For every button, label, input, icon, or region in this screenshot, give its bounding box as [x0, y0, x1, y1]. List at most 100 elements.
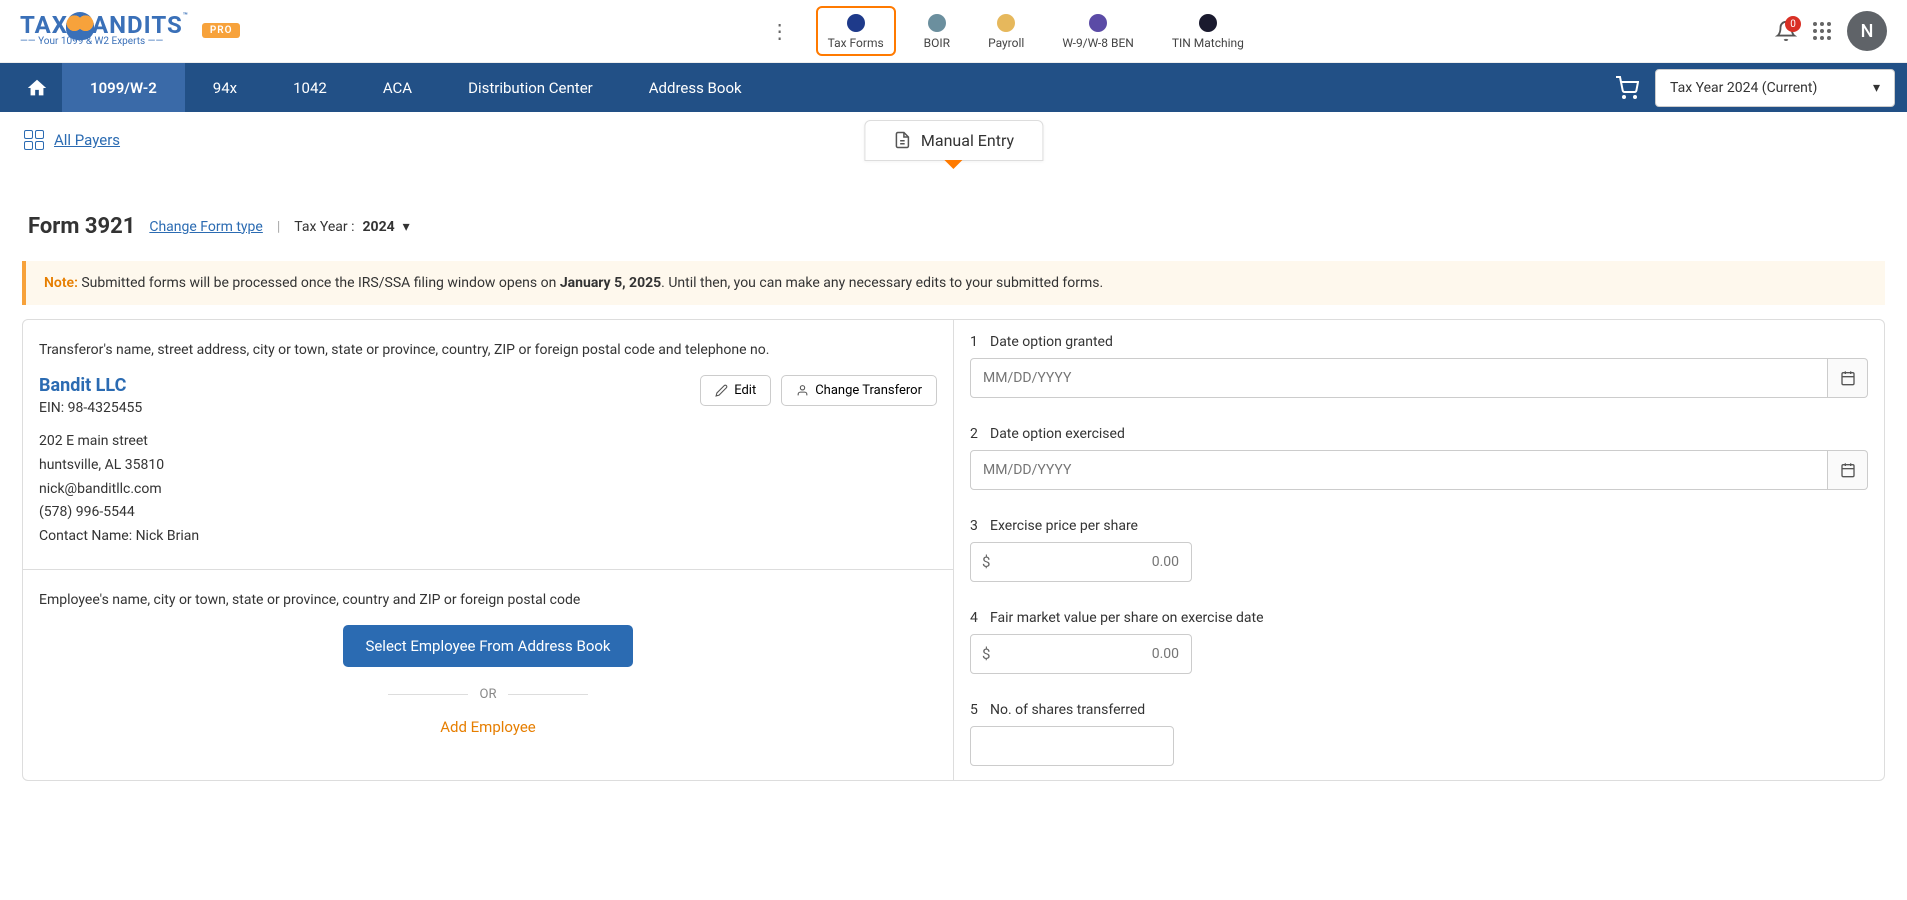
boir-icon [928, 14, 946, 32]
tab-aca[interactable]: ACA [355, 63, 440, 112]
tax-year-label: Tax Year : [294, 219, 354, 235]
transferor-label: Transferor's name, street address, city … [39, 340, 937, 361]
company-name: Bandit LLC [39, 375, 199, 396]
cart-icon [1615, 76, 1639, 100]
nav-payroll[interactable]: Payroll [978, 8, 1034, 54]
change-form-type-link[interactable]: Change Form type [149, 219, 263, 235]
logo-text-b: ANDITS [92, 11, 183, 39]
tax-forms-icon [847, 14, 865, 32]
tab-distribution-center[interactable]: Distribution Center [440, 63, 621, 112]
or-text: OR [480, 687, 497, 702]
avatar[interactable]: N [1847, 11, 1887, 51]
note-banner: Note: Submitted forms will be processed … [22, 261, 1885, 305]
tax-year-selector[interactable]: Tax Year : 2024 ▾ [294, 219, 409, 235]
w9-icon [1089, 14, 1107, 32]
date-option-exercised-input[interactable] [970, 450, 1828, 490]
home-icon [26, 77, 48, 99]
tab-1099-w2[interactable]: 1099/W-2 [62, 63, 185, 112]
tin-icon [1199, 14, 1217, 32]
select-employee-button[interactable]: Select Employee From Address Book [343, 625, 632, 667]
left-column: Transferor's name, street address, city … [23, 320, 954, 780]
note-date: January 5, 2025 [560, 275, 661, 291]
chevron-down-icon: ▾ [403, 219, 410, 235]
person-icon [796, 384, 809, 397]
tax-year-dropdown[interactable]: Tax Year 2024 (Current) ▾ [1655, 69, 1895, 107]
top-nav-center: ⋮ Tax Forms BOIR Payroll W-9/W-8 BEN TIN… [762, 6, 1254, 56]
tax-year-value: 2024 [363, 219, 395, 235]
shares-transferred-input[interactable] [970, 726, 1174, 766]
apps-icon[interactable] [1813, 22, 1831, 40]
street: 202 E main street [39, 430, 199, 454]
change-transferor-button[interactable]: Change Transferor [781, 375, 937, 406]
ein-value: EIN: 98-4325455 [39, 400, 199, 416]
payroll-icon [997, 14, 1015, 32]
employee-label: Employee's name, city or town, state or … [39, 590, 937, 611]
top-right: 0 N [1775, 11, 1887, 51]
field-3: 3Exercise price per share $ [954, 504, 1884, 596]
field-5: 5No. of shares transferred [954, 688, 1884, 780]
home-button[interactable] [12, 77, 62, 99]
city-state-zip: huntsville, AL 35810 [39, 454, 199, 478]
exercise-price-input[interactable] [970, 542, 1192, 582]
tab-94x[interactable]: 94x [185, 63, 265, 112]
notification-badge: 0 [1785, 16, 1801, 32]
chevron-down-icon: ▾ [1873, 80, 1880, 96]
logo-tagline: Your 1099 & W2 Experts [38, 36, 145, 47]
nav-label: W-9/W-8 BEN [1062, 36, 1134, 50]
content: Form 3921 Change Form type | Tax Year : … [0, 150, 1907, 801]
add-employee-link[interactable]: Add Employee [39, 718, 937, 736]
right-column: 1 Date option granted 2Date option exerci… [954, 320, 1884, 780]
cart-button[interactable] [1615, 76, 1639, 100]
notifications-button[interactable]: 0 [1775, 20, 1797, 42]
logo-tm: ™ [183, 11, 189, 20]
transferor-section: Transferor's name, street address, city … [23, 320, 953, 569]
edit-button[interactable]: Edit [700, 375, 771, 406]
manual-entry-label: Manual Entry [921, 131, 1014, 150]
pencil-icon [715, 384, 728, 397]
logo-text-a: TAX [20, 11, 68, 39]
change-label: Change Transferor [815, 383, 922, 398]
dollar-icon: $ [982, 645, 990, 663]
tab-1042[interactable]: 1042 [265, 63, 355, 112]
field-4: 4Fair market value per share on exercise… [954, 596, 1884, 688]
or-divider: OR [388, 687, 588, 702]
form-body: Transferor's name, street address, city … [22, 319, 1885, 781]
more-menu-icon[interactable]: ⋮ [762, 11, 798, 51]
tab-address-book[interactable]: Address Book [621, 63, 770, 112]
grid-icon [24, 130, 44, 150]
nav-label: Tax Forms [828, 36, 884, 50]
nav-w9[interactable]: W-9/W-8 BEN [1052, 8, 1144, 54]
form-title: Form 3921 [28, 214, 135, 239]
note-label: Note: [44, 275, 78, 291]
calendar-button[interactable] [1828, 450, 1868, 490]
field-number: 5 [970, 702, 980, 718]
field-number: 4 [970, 610, 980, 626]
field-label: Date option exercised [990, 426, 1125, 442]
form-header: Form 3921 Change Form type | Tax Year : … [22, 210, 1885, 255]
note-text-pre: Submitted forms will be processed once t… [78, 275, 560, 291]
calendar-icon [1840, 370, 1856, 386]
field-1: 1 Date option granted [954, 320, 1884, 412]
nav-boir[interactable]: BOIR [914, 8, 960, 54]
nav-tin[interactable]: TIN Matching [1162, 8, 1254, 54]
email: nick@banditllc.com [39, 478, 199, 502]
field-number: 1 [970, 334, 980, 350]
dollar-icon: $ [982, 553, 990, 571]
nav-label: Payroll [988, 36, 1024, 50]
nav-tax-forms[interactable]: Tax Forms [816, 6, 896, 56]
fair-market-value-input[interactable] [970, 634, 1192, 674]
field-label: Date option granted [990, 334, 1113, 350]
all-payers-link[interactable]: All Payers [24, 130, 120, 150]
calendar-button[interactable] [1828, 358, 1868, 398]
field-number: 3 [970, 518, 980, 534]
divider: | [277, 219, 280, 235]
edit-label: Edit [734, 383, 756, 398]
date-option-granted-input[interactable] [970, 358, 1828, 398]
field-2: 2Date option exercised [954, 412, 1884, 504]
logo[interactable]: TAXANDITS™ PRO —— Your 1099 & W2 Experts… [20, 11, 240, 52]
contact-name: Contact Name: Nick Brian [39, 525, 199, 549]
calendar-icon [1840, 462, 1856, 478]
note-text-post: . Until then, you can make any necessary… [661, 275, 1103, 291]
all-payers-label: All Payers [54, 131, 120, 149]
manual-entry-tab[interactable]: Manual Entry [864, 120, 1043, 161]
